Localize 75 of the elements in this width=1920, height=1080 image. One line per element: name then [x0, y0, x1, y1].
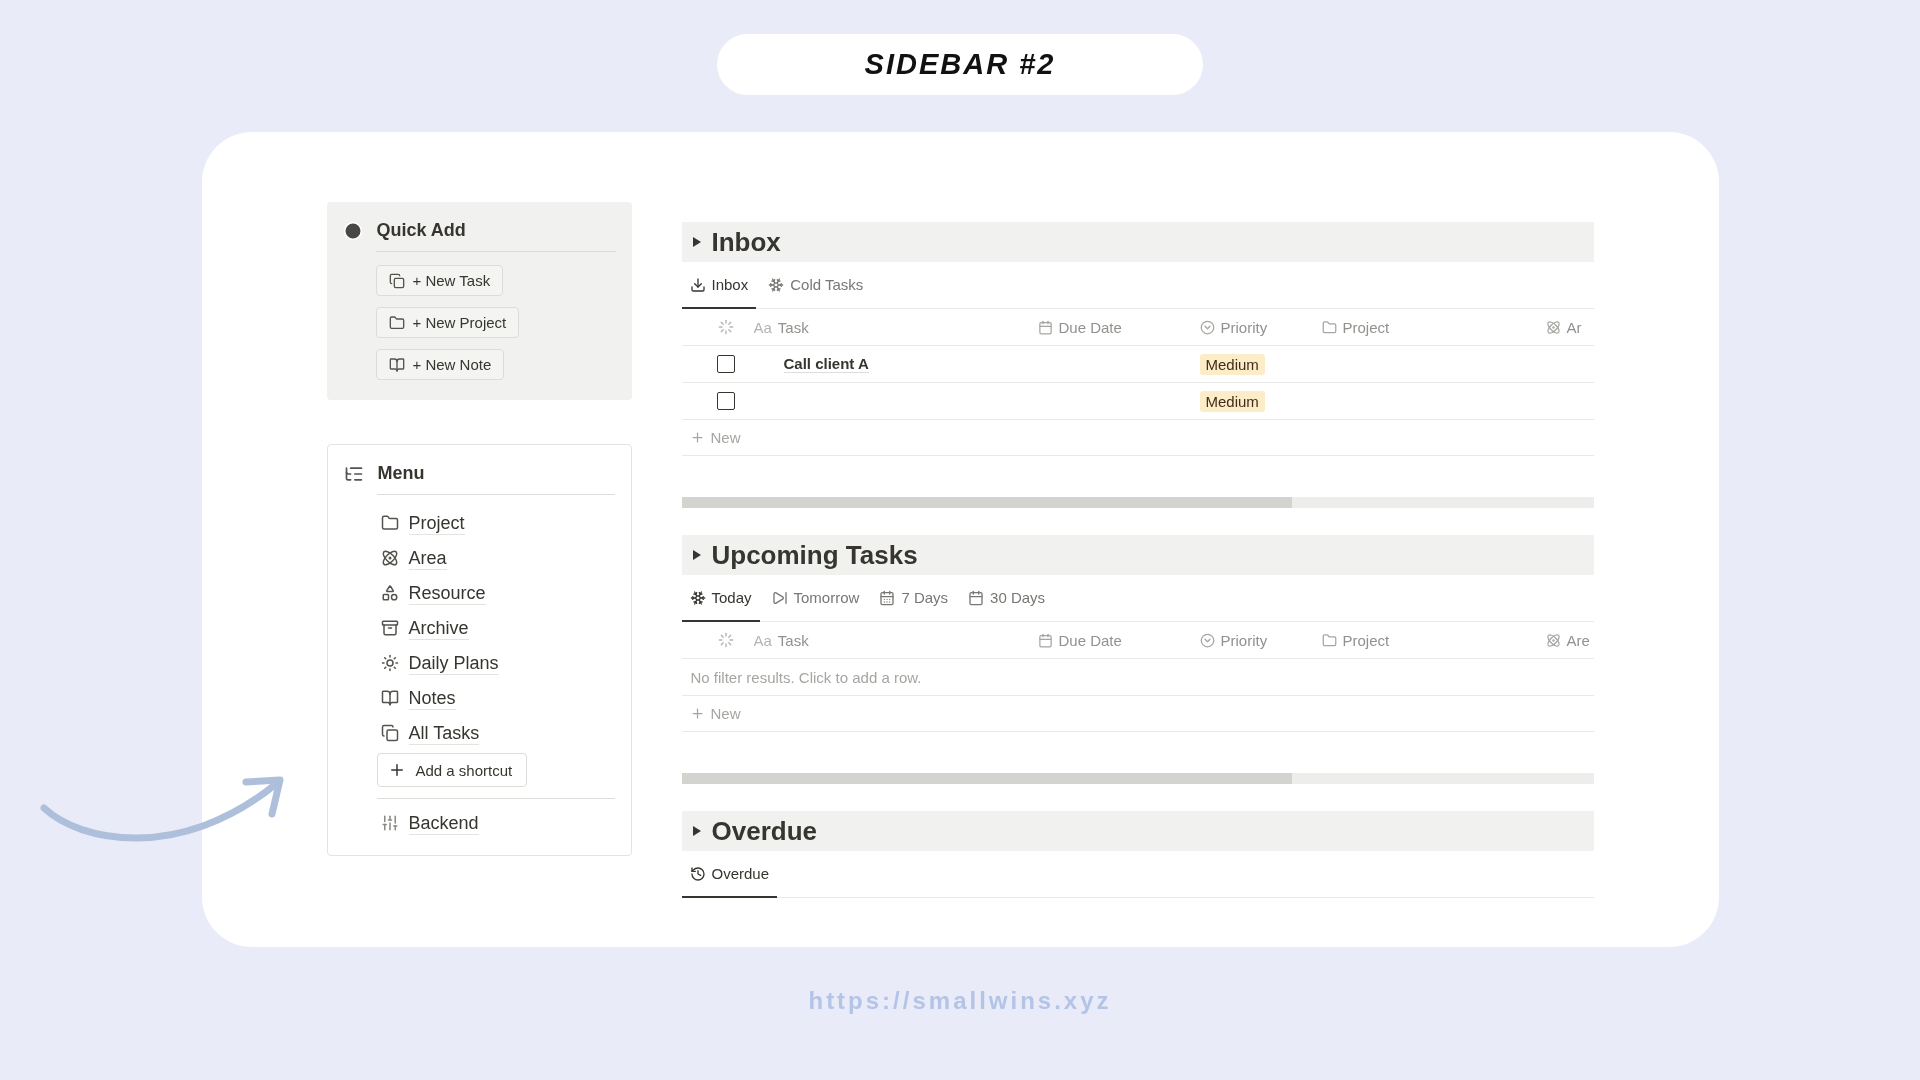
folder-icon — [1321, 632, 1337, 648]
quick-add-button[interactable]: + New Task — [375, 265, 504, 296]
snowflake-icon — [768, 276, 785, 293]
view-tab[interactable]: Tomorrow — [763, 575, 868, 622]
calendar-icon — [1037, 632, 1053, 648]
archive-icon — [380, 619, 399, 637]
view-tab[interactable]: Today — [681, 575, 760, 622]
scrollbar[interactable] — [681, 773, 1594, 784]
status-icon — [717, 319, 734, 335]
shapes-icon — [380, 584, 399, 602]
priority-tag: Medium — [1199, 353, 1265, 375]
column-header: Aa Task — [753, 631, 810, 649]
section-header[interactable]: Overdue — [681, 811, 1594, 851]
menu-item[interactable]: Daily Plans — [380, 649, 615, 677]
history-icon — [689, 865, 706, 882]
atom-icon — [380, 549, 399, 567]
atom-icon — [1545, 632, 1561, 648]
view-tab[interactable]: Overdue — [681, 851, 778, 898]
sun-icon — [380, 654, 399, 672]
scrollbar[interactable] — [681, 497, 1594, 508]
menu-item[interactable]: Notes — [380, 684, 615, 712]
dropdown-icon — [1199, 319, 1215, 335]
column-header: Aa Task — [753, 318, 810, 336]
column-header: Are — [1545, 631, 1594, 649]
skip-forward-icon — [771, 589, 788, 606]
view-tab[interactable]: Cold Tasks — [760, 262, 872, 309]
sliders-icon — [380, 814, 399, 832]
status-icon — [717, 632, 734, 648]
column-header: Due Date — [1037, 631, 1200, 649]
book-icon — [388, 356, 405, 373]
download-icon — [689, 276, 706, 293]
toggle-icon[interactable] — [691, 826, 702, 836]
calendar-icon — [968, 589, 985, 606]
menu-item[interactable]: Project — [380, 509, 615, 537]
toggle-icon[interactable] — [691, 237, 702, 247]
panel-title: Quick Add — [376, 220, 466, 241]
atom-icon — [1545, 319, 1561, 335]
copy-icon — [388, 272, 405, 289]
column-header: Project — [1321, 631, 1546, 649]
view-tab[interactable]: Inbox — [681, 262, 757, 309]
toggle-icon[interactable] — [691, 550, 702, 560]
banner-title: SIDEBAR #2 — [864, 48, 1056, 81]
snowflake-icon — [689, 589, 706, 606]
panel-title: Menu — [377, 463, 425, 484]
column-header: Priority — [1199, 631, 1322, 649]
copy-icon — [380, 724, 399, 742]
menu-item[interactable]: All Tasks — [380, 719, 615, 747]
plus-icon — [689, 430, 705, 445]
folder-icon — [388, 314, 405, 331]
quick-add-button[interactable]: + New Project — [375, 307, 520, 338]
quick-add-button[interactable]: + New Note — [375, 349, 505, 380]
column-header: Ar — [1545, 318, 1594, 336]
add-shortcut-button[interactable]: Add a shortcut — [376, 753, 528, 787]
dropdown-icon — [1199, 632, 1215, 648]
task-title[interactable]: Call client A — [783, 355, 869, 373]
column-header: Priority — [1199, 318, 1322, 336]
checkbox[interactable] — [716, 355, 735, 373]
checkbox[interactable] — [716, 392, 735, 410]
folder-icon — [1321, 319, 1337, 335]
folder-icon — [380, 514, 399, 532]
view-tab[interactable]: 30 Days — [960, 575, 1054, 622]
plus-icon — [689, 706, 705, 721]
column-header: Due Date — [1037, 318, 1200, 336]
calendar-icon — [879, 589, 896, 606]
priority-tag: Medium — [1199, 390, 1265, 412]
menu-item[interactable]: Archive — [380, 614, 615, 642]
column-header: Project — [1321, 318, 1546, 336]
book-icon — [380, 689, 399, 707]
section-header[interactable]: Inbox — [681, 222, 1594, 262]
section-header[interactable]: Upcoming Tasks — [681, 535, 1594, 575]
menu-item[interactable]: Backend — [380, 809, 615, 837]
calendar-icon — [1037, 319, 1053, 335]
menu-item[interactable]: Resource — [380, 579, 615, 607]
menu-item[interactable]: Area — [380, 544, 615, 572]
view-tab[interactable]: 7 Days — [871, 575, 957, 622]
